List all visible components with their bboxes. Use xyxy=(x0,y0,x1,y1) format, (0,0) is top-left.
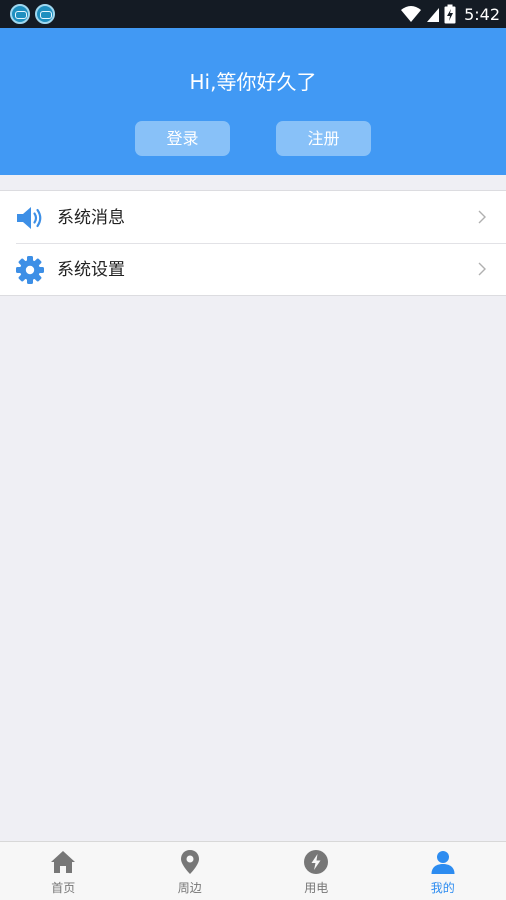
tab-label: 用电 xyxy=(304,881,329,895)
lightning-icon xyxy=(304,850,329,874)
signal-icon xyxy=(427,8,440,22)
menu-item-system-settings[interactable]: 系统设置 xyxy=(0,243,506,295)
app-notification-icon xyxy=(35,4,55,24)
user-icon xyxy=(431,851,455,874)
battery-charging-icon xyxy=(444,4,456,24)
status-indicators: 5:42 xyxy=(400,0,500,28)
home-icon xyxy=(51,851,76,873)
app-notification-icon xyxy=(10,4,30,24)
tab-label: 首页 xyxy=(51,881,76,895)
profile-header: Hi,等你好久了 登录 注册 xyxy=(0,28,506,175)
status-bar: 5:42 xyxy=(0,0,506,28)
greeting-text: Hi,等你好久了 xyxy=(189,70,317,94)
login-button[interactable]: 登录 xyxy=(135,121,230,156)
gear-icon xyxy=(16,256,44,284)
tab-mine[interactable]: 我的 xyxy=(380,842,506,900)
tab-label: 我的 xyxy=(430,881,455,895)
location-pin-icon xyxy=(180,850,199,874)
tab-electricity[interactable]: 用电 xyxy=(253,842,380,900)
tab-home[interactable]: 首页 xyxy=(0,842,127,900)
wifi-icon xyxy=(401,6,422,22)
status-time: 5:42 xyxy=(464,4,500,24)
menu-item-system-messages[interactable]: 系统消息 xyxy=(0,191,506,243)
settings-menu: 系统消息 系统设置 xyxy=(0,190,506,296)
bottom-tab-bar: 首页 周边 用电 我的 xyxy=(0,841,506,900)
tab-label: 周边 xyxy=(177,881,202,895)
menu-item-label: 系统设置 xyxy=(57,260,125,280)
menu-item-label: 系统消息 xyxy=(57,208,125,228)
register-button[interactable]: 注册 xyxy=(276,121,371,156)
speaker-icon xyxy=(17,207,42,229)
chevron-right-icon xyxy=(478,262,486,276)
chevron-right-icon xyxy=(478,210,486,224)
tab-nearby[interactable]: 周边 xyxy=(127,842,254,900)
